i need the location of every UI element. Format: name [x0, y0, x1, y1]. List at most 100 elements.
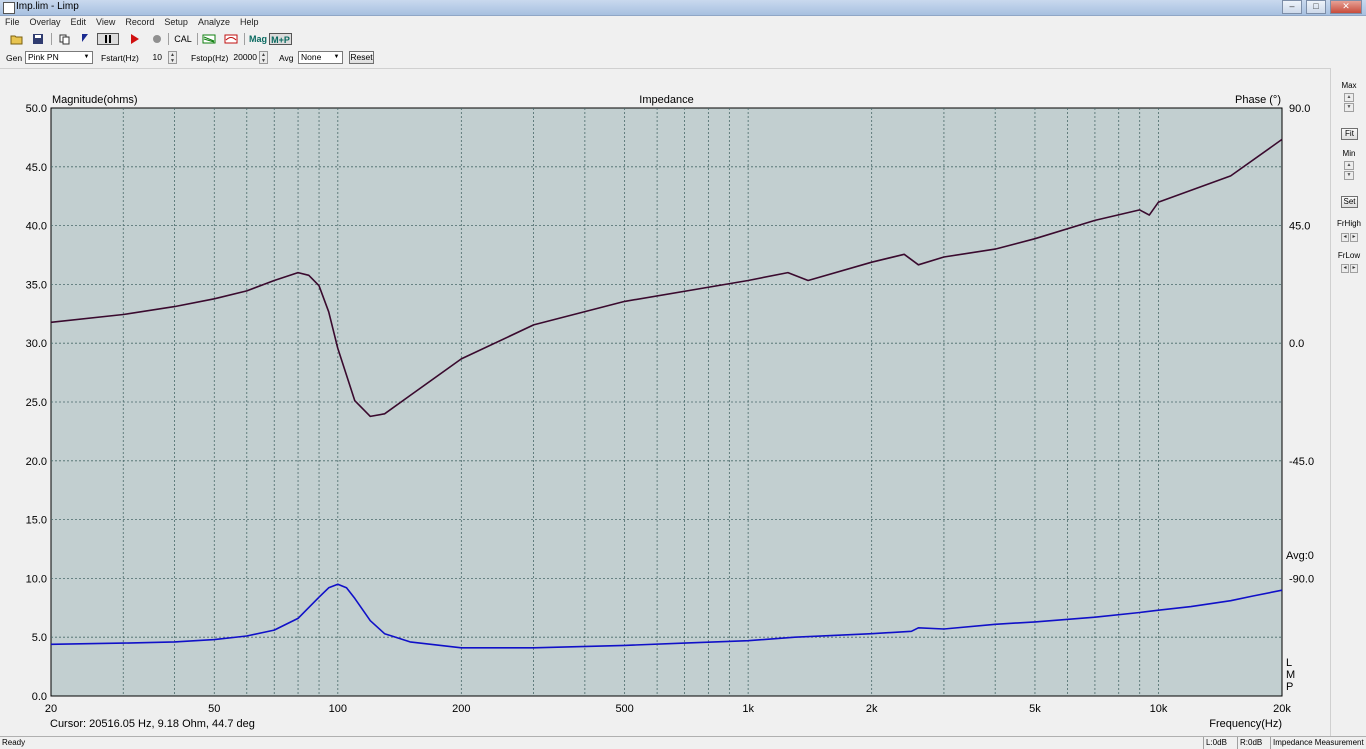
menu-overlay[interactable]: Overlay	[25, 16, 66, 30]
frlow-label: FrLow	[1337, 251, 1361, 260]
x-tick-label: 2k	[866, 703, 878, 715]
mag-button[interactable]: Mag	[248, 33, 268, 45]
fstart-spinner[interactable]: ▲ ▼	[168, 51, 177, 64]
copy-icon[interactable]	[58, 33, 72, 45]
y-tick-label: 30.0	[26, 338, 47, 350]
y2-tick-label: 0.0	[1289, 338, 1304, 350]
y-tick-label: 50.0	[26, 103, 47, 115]
x-tick-label: 10k	[1150, 703, 1168, 715]
status-bar: Ready L:0dB R:0dB Impedance Measurement	[0, 736, 1366, 749]
lmp-letter: L	[1286, 657, 1292, 669]
fstop-spinner[interactable]: ▲ ▼	[259, 51, 268, 64]
fstop-input[interactable]: 20000	[228, 51, 257, 64]
title-bar: Imp.lim - Limp – □ ✕	[0, 0, 1366, 16]
y-axis-title: Magnitude(ohms)	[52, 94, 138, 106]
min-down-spinner[interactable]: ▼	[1344, 171, 1354, 180]
play-icon[interactable]	[128, 33, 142, 45]
frlow-right-arrow[interactable]: ▸	[1350, 264, 1358, 273]
graph-panel: 50.0 45.0 40.0 35.0 30.0 25.0 20.0 15.0 10.0 5.0 0…	[0, 68, 1330, 737]
fit-button[interactable]: Fit	[1341, 128, 1358, 140]
impedance-chart[interactable]: 50.0 45.0 40.0 35.0 30.0 25.0 20.0 15.0 10.0 5.0 0…	[0, 69, 1330, 737]
avg-value: None	[301, 52, 322, 62]
menu-edit[interactable]: Edit	[66, 16, 92, 30]
y-tick-label: 0.0	[32, 691, 47, 703]
impedance-green-icon[interactable]	[202, 33, 216, 45]
x-tick-label: 5k	[1029, 703, 1041, 715]
fstop-label: Fstop(Hz)	[191, 53, 229, 63]
pause-button[interactable]	[97, 33, 119, 45]
min-label: Min	[1342, 149, 1356, 158]
x-tick-label: 20	[45, 703, 57, 715]
window-title: Imp.lim - Limp	[16, 1, 79, 12]
save-icon[interactable]	[31, 33, 45, 45]
y-tick-label: 5.0	[32, 632, 47, 644]
generator-value: Pink PN	[28, 52, 59, 62]
menu-setup[interactable]: Setup	[159, 16, 193, 30]
control-row: Gen Pink PN ▼ Fstart(Hz) 10 ▲ ▼ Fstop(Hz)…	[0, 50, 1366, 66]
cursor-arrow-icon[interactable]	[78, 33, 92, 45]
chevron-down-icon: ▼	[83, 54, 90, 60]
frhigh-label: FrHigh	[1336, 219, 1361, 228]
menu-help[interactable]: Help	[235, 16, 264, 30]
mag-phase-button[interactable]: M+P	[269, 33, 292, 45]
chevron-down-icon: ▼	[333, 54, 340, 60]
cursor-readout: Cursor: 20516.05 Hz, 9.18 Ohm, 44.7 deg	[50, 718, 255, 730]
status-ready: Ready	[2, 738, 26, 747]
y2-axis-title: Phase (°)	[1235, 94, 1281, 106]
impedance-red-icon[interactable]	[224, 33, 238, 45]
scale-panel: Max ▲ ▼ Fit Min ▲ ▼ Set FrHigh ◂ ▸ FrLow…	[1330, 68, 1366, 736]
y-tick-label: 25.0	[26, 397, 47, 409]
avg-select[interactable]: None ▼	[298, 51, 343, 64]
y2-tick-label: 45.0	[1289, 221, 1310, 233]
status-left-level: L:0dB	[1203, 737, 1237, 749]
max-label: Max	[1341, 81, 1357, 90]
menu-file[interactable]: File	[0, 16, 25, 30]
record-icon[interactable]	[150, 33, 164, 45]
minimize-button[interactable]: –	[1282, 0, 1302, 14]
y-tick-label: 40.0	[26, 221, 47, 233]
status-mode: Impedance Measurement	[1270, 737, 1366, 749]
menu-analyze[interactable]: Analyze	[193, 16, 235, 30]
fstart-input[interactable]: 10	[140, 51, 162, 64]
frhigh-right-arrow[interactable]: ▸	[1350, 233, 1358, 242]
x-tick-label: 20k	[1273, 703, 1291, 715]
toolbar: CAL Mag M+P	[0, 31, 1366, 47]
set-button[interactable]: Set	[1341, 196, 1358, 208]
y-tick-label: 20.0	[26, 456, 47, 468]
y-tick-label: 45.0	[26, 162, 47, 174]
y2-tick-label: 90.0	[1289, 103, 1310, 115]
x-axis-title: Frequency(Hz)	[1209, 718, 1282, 730]
min-up-spinner[interactable]: ▲	[1344, 161, 1354, 170]
gen-label: Gen	[6, 53, 23, 63]
maximize-button[interactable]: □	[1306, 0, 1326, 14]
reset-button[interactable]: Reset	[349, 51, 374, 64]
y-tick-label: 15.0	[26, 515, 47, 527]
status-right-level: R:0dB	[1237, 737, 1270, 749]
avg-label: Avg	[279, 53, 294, 63]
app-icon	[3, 2, 15, 14]
frlow-left-arrow[interactable]: ◂	[1341, 264, 1349, 273]
lmp-letter: P	[1286, 681, 1293, 693]
open-folder-icon[interactable]	[10, 33, 24, 45]
x-tick-label: 100	[329, 703, 347, 715]
y-tick-label: 10.0	[26, 573, 47, 585]
x-tick-label: 500	[615, 703, 633, 715]
y2-tick-label: -45.0	[1289, 456, 1314, 468]
fstart-label: Fstart(Hz)	[101, 53, 139, 63]
y-tick-label: 35.0	[26, 279, 47, 291]
chart-title: Impedance	[639, 94, 693, 106]
generator-select[interactable]: Pink PN ▼	[25, 51, 93, 64]
close-button[interactable]: ✕	[1330, 0, 1362, 14]
x-tick-label: 1k	[742, 703, 754, 715]
avg-annotation: Avg:0	[1286, 550, 1314, 562]
cal-button[interactable]: CAL	[174, 33, 192, 45]
max-down-spinner[interactable]: ▼	[1344, 103, 1354, 112]
lmp-letter: M	[1286, 669, 1295, 681]
frhigh-left-arrow[interactable]: ◂	[1341, 233, 1349, 242]
x-tick-label: 50	[208, 703, 220, 715]
y2-tick-label: -90.0	[1289, 573, 1314, 585]
x-tick-label: 200	[452, 703, 470, 715]
max-up-spinner[interactable]: ▲	[1344, 93, 1354, 102]
menu-view[interactable]: View	[91, 16, 120, 30]
menu-record[interactable]: Record	[120, 16, 159, 30]
